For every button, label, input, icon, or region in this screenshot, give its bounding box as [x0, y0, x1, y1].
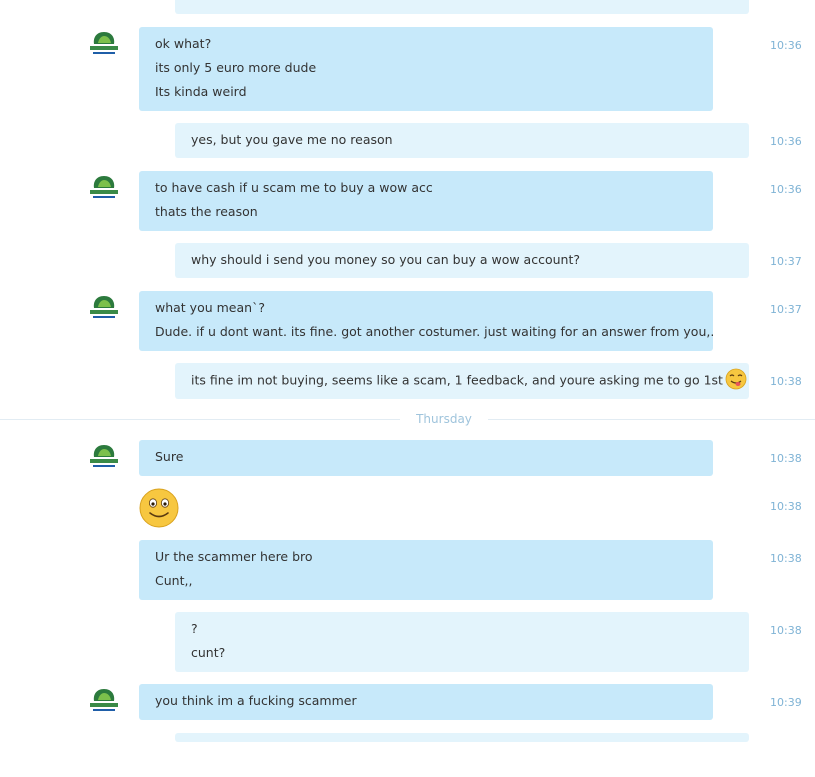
message-timestamp: 10:38 — [770, 452, 802, 465]
message-timestamp: 10:39 — [770, 696, 802, 709]
message-timestamp: 10:37 — [770, 255, 802, 268]
partial-message-top[interactable] — [175, 0, 749, 14]
message-text: why should i send you money so you can b… — [191, 252, 580, 267]
message-bubble[interactable]: to have cash if u scam me to buy a wow a… — [139, 171, 713, 231]
message-bubble[interactable]: why should i send you money so you can b… — [175, 243, 749, 278]
message-text: Cunt,, — [155, 573, 193, 588]
avatar-logo-icon — [90, 689, 118, 711]
message-bubble[interactable]: ok what? its only 5 euro more dude Its k… — [139, 27, 713, 111]
message-text: its fine im not buying, seems like a sca… — [191, 372, 723, 388]
day-divider-line-right — [488, 419, 815, 420]
partial-message-bottom[interactable] — [175, 733, 749, 742]
avatar[interactable] — [87, 30, 121, 60]
message-timestamp: 10:36 — [770, 135, 802, 148]
message-bubble[interactable]: Ur the scammer here bro Cunt,, — [139, 540, 713, 600]
avatar-logo-icon — [90, 296, 118, 318]
avatar[interactable] — [87, 294, 121, 324]
message-text: yes, but you gave me no reason — [191, 132, 393, 147]
message-bubble[interactable]: its fine im not buying, seems like a sca… — [175, 363, 749, 399]
message-line: its fine im not buying, seems like a sca… — [191, 368, 747, 396]
avatar-logo-icon — [90, 445, 118, 467]
message-text: Dude. if u dont want. its fine. got anot… — [155, 324, 715, 339]
day-divider-line-left — [0, 419, 400, 420]
message-bubble[interactable]: you think im a fucking scammer — [139, 684, 713, 720]
message-timestamp: 10:38 — [770, 624, 802, 637]
message-timestamp: 10:38 — [770, 500, 802, 513]
message-text: Its kinda weird — [155, 84, 247, 99]
message-text: what you mean`? — [155, 300, 265, 315]
message-timestamp: 10:37 — [770, 303, 802, 316]
message-text: its only 5 euro more dude — [155, 60, 317, 75]
message-timestamp: 10:38 — [770, 552, 802, 565]
message-text: you think im a fucking scammer — [155, 693, 357, 708]
message-text: cunt? — [191, 645, 226, 660]
message-bubble[interactable]: what you mean`? Dude. if u dont want. it… — [139, 291, 715, 351]
message-text: Sure — [155, 449, 184, 464]
message-text: Ur the scammer here bro — [155, 549, 313, 564]
message-timestamp: 10:36 — [770, 183, 802, 196]
message-text: to have cash if u scam me to buy a wow a… — [155, 180, 433, 195]
avatar[interactable] — [87, 174, 121, 204]
smile-emoji-icon[interactable] — [139, 488, 179, 528]
message-timestamp: 10:38 — [770, 375, 802, 388]
message-timestamp: 10:36 — [770, 39, 802, 52]
avatar-logo-icon — [90, 32, 118, 54]
message-bubble[interactable]: yes, but you gave me no reason — [175, 123, 749, 158]
tongue-out-emoji-icon — [725, 368, 747, 390]
message-text: thats the reason — [155, 204, 258, 219]
avatar-logo-icon — [90, 176, 118, 198]
message-text: ? — [191, 621, 198, 636]
avatar[interactable] — [87, 443, 121, 473]
day-divider: Thursday — [400, 412, 488, 426]
message-text: ok what? — [155, 36, 212, 51]
message-bubble[interactable]: ? cunt? — [175, 612, 749, 672]
avatar[interactable] — [87, 687, 121, 717]
message-bubble[interactable]: Sure — [139, 440, 713, 476]
